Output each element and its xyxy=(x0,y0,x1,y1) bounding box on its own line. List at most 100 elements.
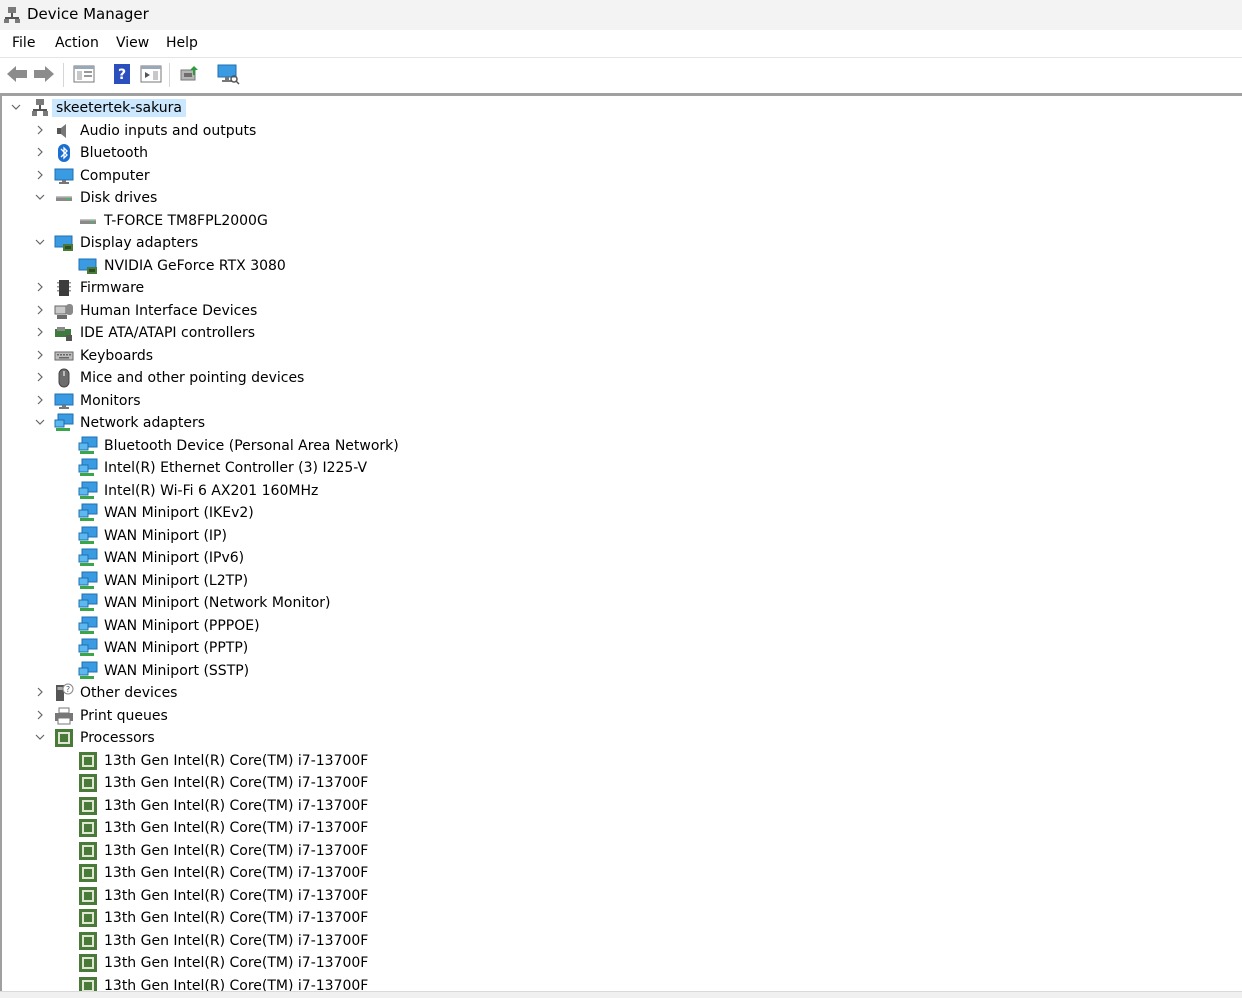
tree-device[interactable]: Intel(R) Ethernet Controller (3) I225-V xyxy=(2,457,1242,479)
monitor-icon xyxy=(54,393,74,409)
tree-device[interactable]: WAN Miniport (PPPOE) xyxy=(2,615,1242,637)
chevron-right-icon[interactable] xyxy=(34,325,46,339)
tree-device[interactable]: 13th Gen Intel(R) Core(TM) i7-13700F xyxy=(2,840,1242,862)
tree-device[interactable]: 13th Gen Intel(R) Core(TM) i7-13700F xyxy=(2,930,1242,952)
tree-device-label: WAN Miniport (IKEv2) xyxy=(104,505,254,521)
back-icon xyxy=(7,66,27,82)
menu-help[interactable]: Help xyxy=(166,35,198,51)
chevron-down-icon[interactable] xyxy=(10,100,22,114)
tree-device[interactable]: 13th Gen Intel(R) Core(TM) i7-13700F xyxy=(2,952,1242,974)
tree-category[interactable]: Firmware xyxy=(2,277,1242,299)
tree-device[interactable]: WAN Miniport (L2TP) xyxy=(2,570,1242,592)
tree-device[interactable]: 13th Gen Intel(R) Core(TM) i7-13700F xyxy=(2,862,1242,884)
tree-category[interactable]: Print queues xyxy=(2,705,1242,727)
mouse-icon xyxy=(58,368,70,388)
tree-device-label: 13th Gen Intel(R) Core(TM) i7-13700F xyxy=(104,910,369,926)
show-hide-console-tree-button[interactable] xyxy=(71,61,97,87)
tree-category-label: Computer xyxy=(80,168,150,184)
chevron-down-icon[interactable] xyxy=(34,730,46,744)
ide-controller-icon xyxy=(55,327,72,341)
tree-category[interactable]: IDE ATA/ATAPI controllers xyxy=(2,322,1242,344)
chevron-down-icon[interactable] xyxy=(34,235,46,249)
chevron-right-icon[interactable] xyxy=(34,303,46,317)
chevron-right-icon[interactable] xyxy=(34,123,46,137)
tree-device[interactable]: WAN Miniport (PPTP) xyxy=(2,637,1242,659)
tree-device-label: WAN Miniport (IP) xyxy=(104,528,227,544)
help-icon: ? xyxy=(114,64,130,84)
menu-view[interactable]: View xyxy=(116,35,149,51)
network-adapter-icon xyxy=(78,458,98,476)
tree-device[interactable]: 13th Gen Intel(R) Core(TM) i7-13700F xyxy=(2,975,1242,991)
tree-device[interactable]: 13th Gen Intel(R) Core(TM) i7-13700F xyxy=(2,772,1242,794)
scan-hardware-changes-button[interactable] xyxy=(215,61,241,87)
tree-category[interactable]: Computer xyxy=(2,165,1242,187)
chevron-right-icon[interactable] xyxy=(34,168,46,182)
tree-category[interactable]: Audio inputs and outputs xyxy=(2,120,1242,142)
tree-category-label: Human Interface Devices xyxy=(80,303,258,319)
tree-category[interactable]: ? Other devices xyxy=(2,682,1242,704)
chevron-right-icon[interactable] xyxy=(34,348,46,362)
tree-category-label: Monitors xyxy=(80,393,141,409)
chevron-right-icon[interactable] xyxy=(34,280,46,294)
tree-device[interactable]: 13th Gen Intel(R) Core(TM) i7-13700F xyxy=(2,817,1242,839)
tree-device-label: WAN Miniport (SSTP) xyxy=(104,663,250,679)
tree-device[interactable]: WAN Miniport (IP) xyxy=(2,525,1242,547)
tree-device-label: 13th Gen Intel(R) Core(TM) i7-13700F xyxy=(104,888,369,904)
chevron-right-icon[interactable] xyxy=(34,370,46,384)
processor-icon xyxy=(79,864,97,882)
disk-drive-icon xyxy=(56,196,72,201)
tree-category[interactable]: Monitors xyxy=(2,390,1242,412)
tree-device[interactable]: WAN Miniport (IKEv2) xyxy=(2,502,1242,524)
tree-root[interactable]: skeetertek-sakura xyxy=(2,97,1242,119)
network-adapter-icon xyxy=(78,436,98,454)
tree-device[interactable]: 13th Gen Intel(R) Core(TM) i7-13700F xyxy=(2,795,1242,817)
network-adapter-icon xyxy=(78,481,98,499)
tree-device[interactable]: T-FORCE TM8FPL2000G xyxy=(2,210,1242,232)
tree-device-label: Intel(R) Wi-Fi 6 AX201 160MHz xyxy=(104,483,319,499)
tree-device[interactable]: NVIDIA GeForce RTX 3080 xyxy=(2,255,1242,277)
tree-device-label: WAN Miniport (PPPOE) xyxy=(104,618,260,634)
tree-device[interactable]: WAN Miniport (IPv6) xyxy=(2,547,1242,569)
device-tree[interactable]: skeetertek-sakura Audio inputs and output… xyxy=(2,96,1242,991)
scan-hardware-icon xyxy=(217,64,240,85)
chevron-right-icon[interactable] xyxy=(34,685,46,699)
tree-device-label: NVIDIA GeForce RTX 3080 xyxy=(104,258,286,274)
update-driver-button[interactable] xyxy=(176,61,202,87)
chevron-right-icon[interactable] xyxy=(34,393,46,407)
processor-icon xyxy=(79,954,97,972)
forward-button[interactable] xyxy=(31,61,57,87)
help-button[interactable]: ? xyxy=(109,61,135,87)
tree-device-label: WAN Miniport (L2TP) xyxy=(104,573,249,589)
chevron-right-icon[interactable] xyxy=(34,145,46,159)
menu-file[interactable]: File xyxy=(12,35,35,51)
tree-device[interactable]: 13th Gen Intel(R) Core(TM) i7-13700F xyxy=(2,907,1242,929)
tree-device[interactable]: Intel(R) Wi-Fi 6 AX201 160MHz xyxy=(2,480,1242,502)
tree-category[interactable]: Bluetooth xyxy=(2,142,1242,164)
tree-device-label: 13th Gen Intel(R) Core(TM) i7-13700F xyxy=(104,820,369,836)
chevron-right-icon[interactable] xyxy=(34,708,46,722)
tree-category-label: Disk drives xyxy=(80,190,158,206)
tree-device[interactable]: 13th Gen Intel(R) Core(TM) i7-13700F xyxy=(2,750,1242,772)
network-adapter-icon xyxy=(78,503,98,521)
menu-action[interactable]: Action xyxy=(55,35,99,51)
processor-icon xyxy=(55,729,73,747)
chevron-down-icon[interactable] xyxy=(34,190,46,204)
action-pane-button[interactable] xyxy=(138,61,164,87)
tree-category-label: Other devices xyxy=(80,685,178,701)
tree-device[interactable]: WAN Miniport (SSTP) xyxy=(2,660,1242,682)
tree-category[interactable]: Mice and other pointing devices xyxy=(2,367,1242,389)
tree-category[interactable]: Keyboards xyxy=(2,345,1242,367)
tree-device[interactable]: WAN Miniport (Network Monitor) xyxy=(2,592,1242,614)
tree-category[interactable]: Network adapters xyxy=(2,412,1242,434)
back-button[interactable] xyxy=(4,61,30,87)
tree-category[interactable]: Disk drives xyxy=(2,187,1242,209)
tree-category-label: Network adapters xyxy=(80,415,205,431)
tree-category[interactable]: Processors xyxy=(2,727,1242,749)
tree-category[interactable]: Display adapters xyxy=(2,232,1242,254)
tree-category[interactable]: Human Interface Devices xyxy=(2,300,1242,322)
tree-device[interactable]: 13th Gen Intel(R) Core(TM) i7-13700F xyxy=(2,885,1242,907)
tree-device[interactable]: Bluetooth Device (Personal Area Network) xyxy=(2,435,1242,457)
device-manager-app-icon xyxy=(4,7,20,23)
chevron-down-icon[interactable] xyxy=(34,415,46,429)
tree-device-label: Intel(R) Ethernet Controller (3) I225-V xyxy=(104,460,368,476)
